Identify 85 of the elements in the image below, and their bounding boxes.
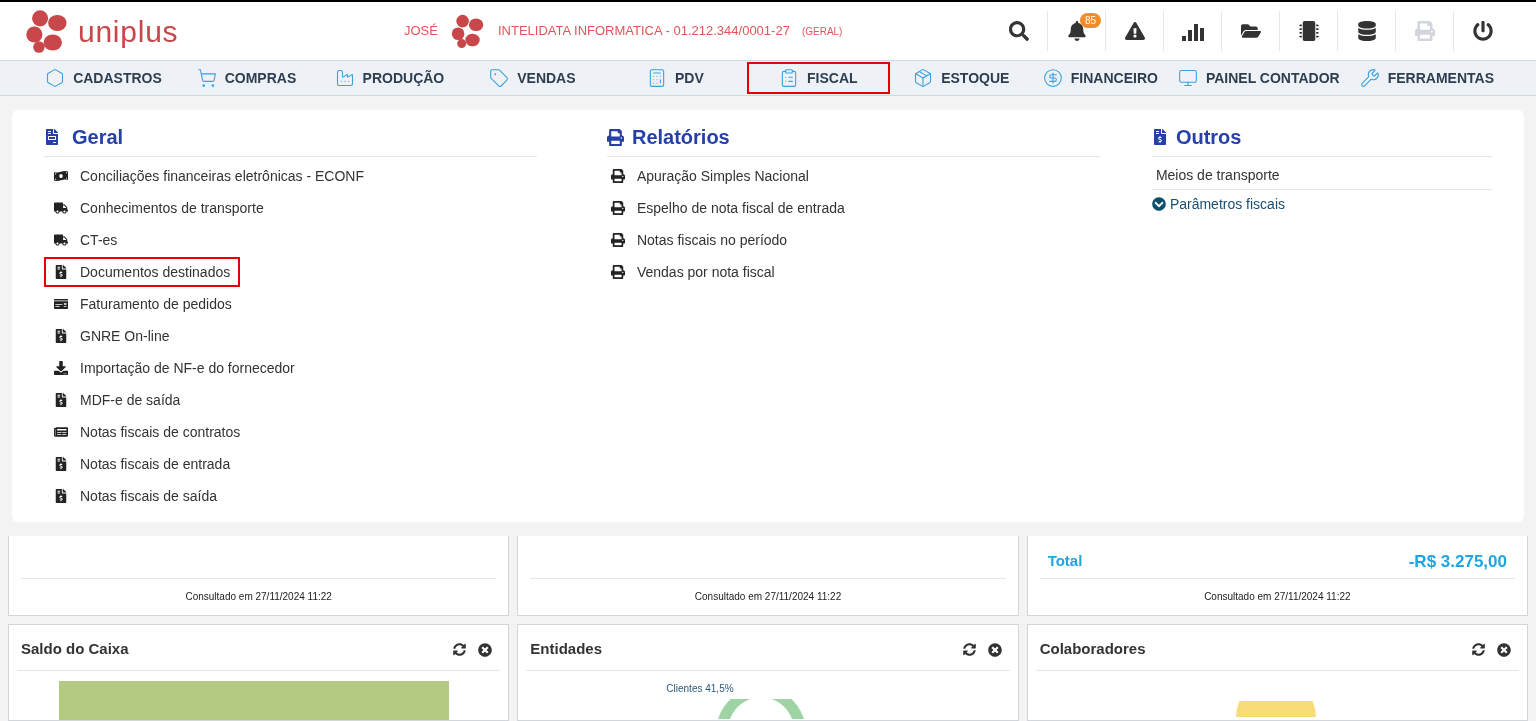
- newspaper-icon: [54, 425, 68, 439]
- search-icon[interactable]: [1008, 21, 1029, 41]
- document-icon: [44, 129, 60, 145]
- report-item[interactable]: Vendas por nota fiscal: [606, 257, 775, 287]
- database-icon[interactable]: [1356, 21, 1377, 41]
- nav-tab[interactable]: FINANCEIRO: [1032, 62, 1168, 94]
- nav-tab[interactable]: FERRAMENTAS: [1349, 62, 1504, 94]
- document-icon: [54, 329, 68, 343]
- menu-item[interactable]: Notas fiscais de saída: [44, 481, 227, 511]
- refresh-icon[interactable]: [453, 643, 467, 656]
- truck-icon: [54, 233, 68, 247]
- company-name: INTELIDATA INFORMATICA - 01.212.344/0001-27: [497, 22, 790, 41]
- cart-icon: [196, 68, 217, 88]
- refresh-icon[interactable]: [962, 643, 976, 656]
- nav-tab[interactable]: PDV: [603, 62, 747, 94]
- nav-tab[interactable]: ESTOQUE: [889, 62, 1033, 94]
- truck-icon: [54, 201, 68, 215]
- logo-icon: [449, 13, 486, 49]
- nav-tab[interactable]: PRODUÇÃO: [317, 62, 461, 94]
- tag-icon: [489, 68, 510, 88]
- close-icon[interactable]: [478, 642, 493, 657]
- total-value: -R$ 3.275,00: [1408, 550, 1507, 573]
- user-name: JOSÉ: [404, 22, 438, 41]
- menu-item[interactable]: Notas fiscais de contratos: [44, 417, 251, 447]
- tools-icon: [1359, 68, 1380, 88]
- chevron-icon: [1151, 197, 1166, 211]
- brand-name: uniplus: [78, 13, 179, 50]
- section-title: Geral: [72, 125, 124, 150]
- widget-title: Entidades: [530, 639, 602, 660]
- folder-icon[interactable]: [1240, 21, 1261, 41]
- widget-title: Saldo do Caixa: [21, 639, 129, 660]
- bell-icon[interactable]: [1066, 21, 1087, 41]
- hexagon-icon: [45, 68, 66, 88]
- document-icon: [54, 457, 68, 471]
- close-icon[interactable]: [987, 642, 1002, 657]
- menu-item[interactable]: Importação de NF-e do fornecedor: [44, 353, 305, 383]
- notification-badge: 85: [1080, 13, 1102, 28]
- menu-item[interactable]: GNRE On-line: [44, 321, 180, 351]
- dollar-icon: [1042, 68, 1063, 88]
- document-icon: [54, 489, 68, 503]
- widget-title: Colaboradores: [1039, 639, 1146, 660]
- menu-item[interactable]: MDF-e de saída: [44, 385, 191, 415]
- menu-group[interactable]: Parâmetros fiscais: [1151, 190, 1286, 218]
- nav-tab[interactable]: FISCAL: [746, 62, 890, 94]
- close-icon[interactable]: [1497, 642, 1511, 657]
- menu-item[interactable]: Conhecimentos de transporte: [44, 193, 274, 223]
- chart-label: Clientes 41,5%: [666, 682, 734, 696]
- nav-tab[interactable]: COMPRAS: [174, 62, 318, 94]
- section-title: Outros: [1175, 125, 1242, 150]
- printer-icon: [606, 128, 624, 146]
- factory-icon: [334, 68, 355, 88]
- menu-item[interactable]: CT-es: [44, 225, 128, 255]
- chip-icon[interactable]: [1298, 21, 1319, 41]
- consulted-timestamp: Consultado em 27/11/2024 11:22: [1204, 591, 1351, 602]
- nav-tab[interactable]: PAINEL CONTADOR: [1167, 62, 1350, 94]
- section-title: Relatórios: [631, 125, 730, 150]
- printer-icon: [610, 169, 625, 183]
- printer-icon: [610, 265, 625, 279]
- nav-tab[interactable]: VENDAS: [460, 62, 604, 94]
- total-label: Total: [1047, 551, 1083, 571]
- report-item[interactable]: Notas fiscais no período: [606, 225, 788, 255]
- report-item[interactable]: Apuração Simples Nacional: [606, 161, 809, 191]
- box-icon: [913, 68, 934, 88]
- report-item[interactable]: Espelho de nota fiscal de entrada: [606, 193, 845, 223]
- refresh-icon[interactable]: [1472, 643, 1485, 656]
- nav-tab[interactable]: CADASTROS: [32, 62, 175, 94]
- monitor-icon: [1177, 68, 1198, 88]
- money-icon: [54, 169, 68, 183]
- printer-icon: [610, 233, 625, 247]
- consulted-timestamp: Consultado em 27/11/2024 11:22: [185, 591, 332, 602]
- document-icon: [1151, 129, 1168, 145]
- menu-item[interactable]: Meios de transporte: [1151, 161, 1280, 189]
- menu-item[interactable]: Notas fiscais de entrada: [44, 449, 241, 479]
- document-icon: [54, 265, 68, 279]
- power-icon[interactable]: [1473, 21, 1493, 41]
- menu-item[interactable]: Documentos destinados: [44, 257, 241, 287]
- scope-label: (GERAL): [801, 24, 843, 39]
- bar-chart-icon[interactable]: [1181, 21, 1204, 41]
- printer-icon: [610, 201, 625, 215]
- warning-icon[interactable]: [1124, 21, 1145, 41]
- document-icon: [54, 393, 68, 407]
- download-icon: [54, 361, 68, 375]
- menu-item[interactable]: Faturamento de pedidos: [44, 289, 242, 319]
- menu-item[interactable]: Conciliações financeiras eletrônicas - ECONF: [44, 161, 374, 191]
- consulted-timestamp: Consultado em 27/11/2024 11:22: [694, 591, 842, 602]
